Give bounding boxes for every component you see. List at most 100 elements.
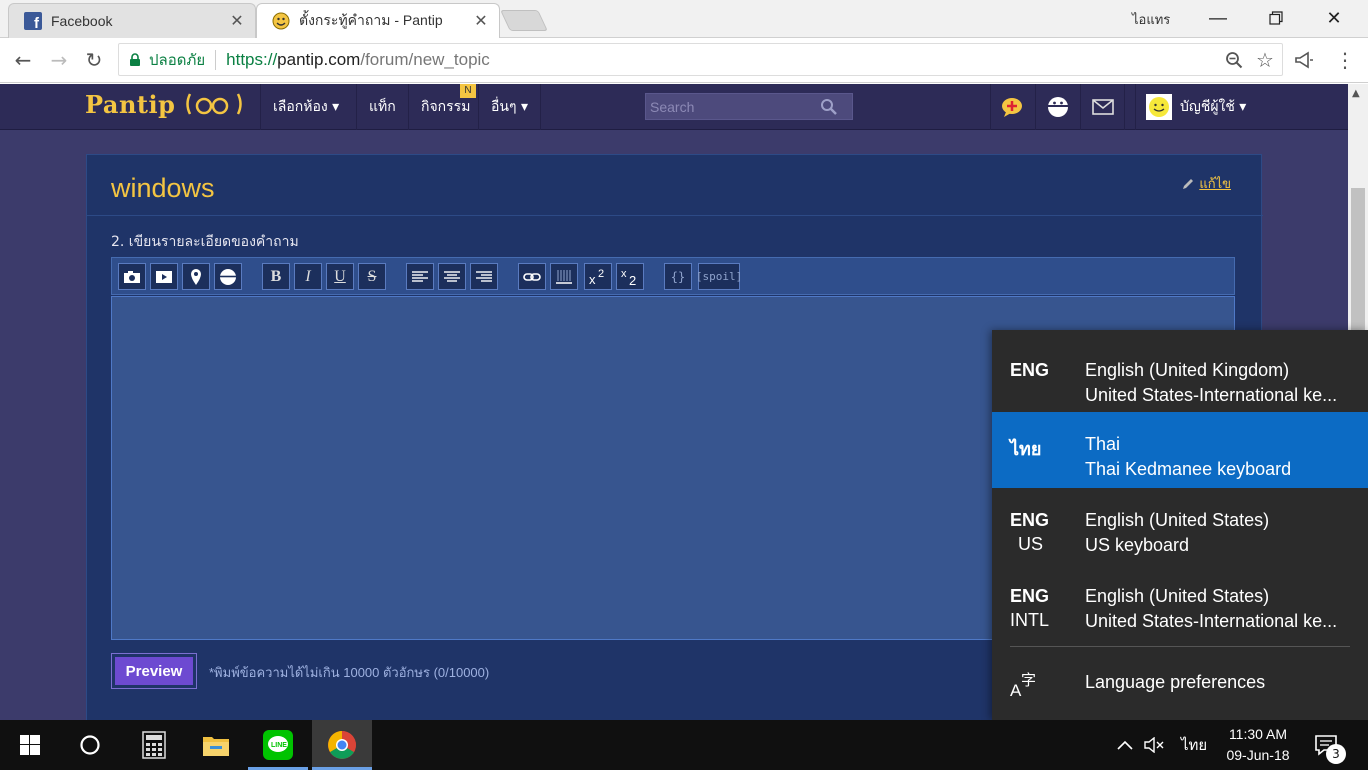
- language-option-selected[interactable]: ไทย Thai Thai Kedmanee keyboard: [992, 412, 1368, 488]
- facebook-icon: f: [23, 11, 43, 31]
- svg-text:x: x: [621, 268, 627, 280]
- language-option[interactable]: ENG English (United Kingdom) United Stat…: [992, 338, 1368, 414]
- nav-rooms[interactable]: เลือกห้อง ▾: [260, 84, 351, 130]
- align-center-button[interactable]: [438, 263, 466, 290]
- input-language-indicator[interactable]: ไทย: [1181, 720, 1207, 770]
- scroll-up-icon[interactable]: ▲: [1352, 88, 1360, 99]
- language-region: US: [1018, 534, 1044, 554]
- insert-link-button[interactable]: [518, 263, 546, 290]
- align-left-button[interactable]: [406, 263, 434, 290]
- mail-icon: [1091, 99, 1114, 115]
- subscript-icon: x2: [621, 268, 636, 287]
- camera-icon: [124, 270, 140, 283]
- language-preferences-link[interactable]: A字 Language preferences: [992, 660, 1368, 712]
- new-tab-button[interactable]: [500, 10, 548, 31]
- messages-button[interactable]: [1080, 84, 1125, 130]
- menu-kebab-icon[interactable]: ⋮: [1333, 48, 1357, 72]
- clock-time: 11:30 AM: [1228, 726, 1288, 742]
- start-button[interactable]: [0, 720, 60, 770]
- close-window-icon[interactable]: ✕: [1320, 6, 1348, 30]
- tab-pantip[interactable]: ตั้งกระทู้คำถาม - Pantip ✕: [256, 3, 500, 38]
- preview-button[interactable]: Preview: [111, 653, 197, 689]
- cortana-button[interactable]: [60, 720, 120, 770]
- superscript-button[interactable]: x2: [584, 263, 612, 290]
- logo-mark-icon: [186, 93, 242, 115]
- windows-logo-icon: [20, 735, 40, 755]
- pantip-logo[interactable]: Pantip: [85, 90, 244, 119]
- insert-map-button[interactable]: [182, 263, 210, 290]
- calculator-icon: [142, 731, 166, 759]
- insert-video-button[interactable]: [150, 263, 178, 290]
- strikethrough-button[interactable]: S: [358, 263, 386, 290]
- search-input[interactable]: [650, 98, 820, 115]
- map-pin-icon: [191, 268, 201, 285]
- window-user-label[interactable]: ไอแทร: [1132, 9, 1170, 30]
- emoji-button[interactable]: [1035, 84, 1080, 130]
- align-right-button[interactable]: [470, 263, 498, 290]
- align-left-icon: [412, 270, 428, 282]
- flyout-divider: [1010, 646, 1350, 647]
- reload-icon[interactable]: ↻: [82, 48, 106, 72]
- extension-megaphone-icon[interactable]: [1292, 48, 1316, 72]
- close-tab-icon[interactable]: ✕: [229, 11, 245, 31]
- taskbar-file-explorer[interactable]: [186, 720, 246, 770]
- code-button[interactable]: {}: [664, 263, 692, 290]
- restore-icon[interactable]: [1262, 6, 1290, 30]
- underline-button[interactable]: U: [326, 263, 354, 290]
- language-code: ENG: [1010, 510, 1050, 530]
- insert-image-button[interactable]: [118, 263, 146, 290]
- browser-tabstrip: f Facebook ✕ ตั้งกระทู้คำถาม - Pantip ✕ …: [0, 0, 1368, 38]
- notification-count-badge: 3: [1326, 744, 1346, 764]
- cortana-circle-icon: [80, 735, 100, 755]
- close-tab-icon[interactable]: ✕: [473, 11, 489, 31]
- language-name: English (United Kingdom): [1085, 360, 1290, 380]
- nav-tags[interactable]: แท็ก: [356, 84, 408, 130]
- language-preferences-label: Language preferences: [1085, 672, 1266, 692]
- show-hidden-icons-icon[interactable]: [1116, 720, 1134, 770]
- edit-title-link[interactable]: แก้ไข: [1181, 173, 1231, 194]
- user-account-label: บัญชีผู้ใช้ ▾: [1180, 99, 1247, 115]
- new-topic-button[interactable]: [990, 84, 1035, 130]
- zoom-icon[interactable]: [1222, 48, 1246, 72]
- taskbar-line[interactable]: LINE: [248, 720, 308, 770]
- line-app-icon: LINE: [263, 730, 293, 760]
- video-play-icon: [156, 270, 172, 283]
- language-option[interactable]: ENG US English (United States) US keyboa…: [992, 488, 1368, 564]
- minimize-icon[interactable]: ―: [1204, 6, 1232, 30]
- user-account-menu[interactable]: บัญชีผู้ใช้ ▾: [1135, 84, 1246, 130]
- bookmark-star-icon[interactable]: ☆: [1253, 48, 1277, 72]
- smiley-icon: [1048, 97, 1068, 117]
- taskbar-calculator[interactable]: [124, 720, 184, 770]
- keyboard-name: United States-International ke...: [1085, 611, 1338, 631]
- step-label: 2. เขียนรายละเอียดของคำถาม: [111, 234, 299, 250]
- bold-button[interactable]: B: [262, 263, 290, 290]
- keyboard-name: United States-International ke...: [1085, 385, 1338, 405]
- language-option[interactable]: ENG INTL English (United States) United …: [992, 564, 1368, 640]
- subscript-button[interactable]: x2: [616, 263, 644, 290]
- nav-activities-label: กิจกรรม: [421, 99, 471, 115]
- pencil-icon: [1183, 178, 1194, 189]
- tab-title: Facebook: [51, 13, 113, 29]
- lock-icon: [130, 52, 140, 66]
- clock[interactable]: 11:30 AM 09-Jun-18: [1222, 724, 1294, 766]
- search-box: [645, 93, 853, 120]
- horizontal-rule-button[interactable]: [550, 263, 578, 290]
- language-code: ENG: [1010, 586, 1050, 606]
- url-host: pantip.com: [277, 49, 361, 69]
- spoil-button[interactable]: [spoil]: [696, 263, 742, 290]
- preview-label: Preview: [115, 657, 193, 685]
- italic-button[interactable]: I: [294, 263, 322, 290]
- nav-more[interactable]: อื่นๆ ▾: [478, 84, 541, 130]
- browser-toolbar: ← → ↻ ปลอดภัย https:// pantip.com /forum…: [0, 38, 1368, 83]
- align-right-icon: [476, 270, 492, 282]
- back-icon[interactable]: ←: [11, 48, 35, 72]
- secure-indicator[interactable]: ปลอดภัย: [129, 48, 205, 72]
- address-bar[interactable]: ปลอดภัย https:// pantip.com /forum/new_t…: [118, 43, 1283, 76]
- taskbar-chrome[interactable]: [312, 720, 372, 770]
- search-icon[interactable]: [820, 98, 838, 116]
- volume-muted-icon[interactable]: [1144, 720, 1166, 770]
- insert-emoticon-button[interactable]: [214, 263, 242, 290]
- tab-facebook[interactable]: f Facebook ✕: [8, 3, 256, 38]
- forward-icon[interactable]: →: [47, 48, 71, 72]
- url-path: /forum/new_topic: [360, 49, 490, 69]
